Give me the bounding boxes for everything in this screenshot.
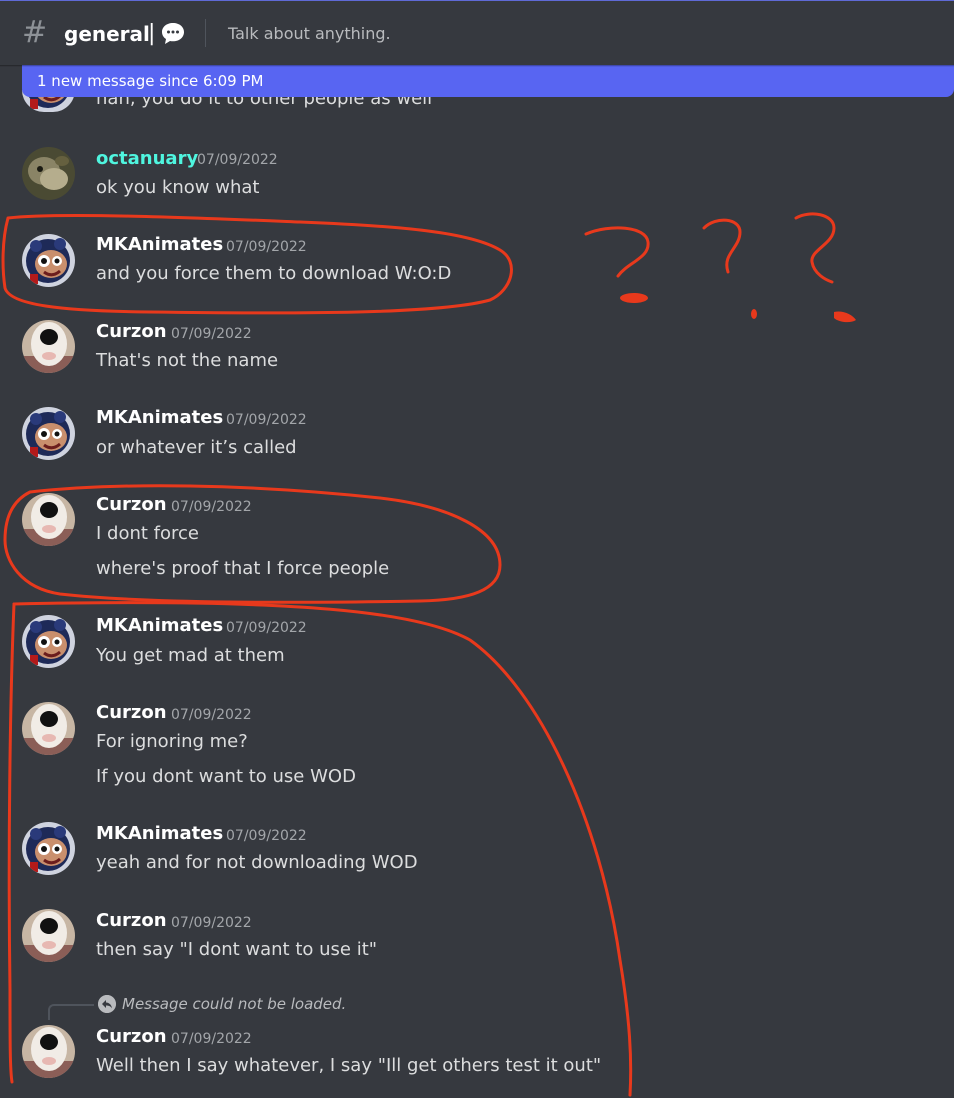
username[interactable]: MKAnimates [96,233,223,257]
username[interactable]: Curzon [96,1025,167,1049]
message-text: You get mad at them [96,645,285,666]
timestamp: 07/09/2022 [226,828,307,844]
message-text: If you dont want to use WOD [96,766,356,787]
question-mark-2 [702,218,742,274]
avatar[interactable] [22,615,75,668]
username[interactable]: Curzon [96,909,167,933]
username[interactable]: octanuary [96,147,198,171]
message-text: and you force them to download W:O:D [96,263,452,284]
message-text: yeah and for not downloading WOD [96,852,418,873]
reply-unavailable-text: Message could not be loaded. [122,995,347,1013]
timestamp: 07/09/2022 [226,239,307,255]
username[interactable]: MKAnimates [96,614,223,638]
channel-name[interactable]: general [64,21,150,47]
avatar[interactable] [22,1025,75,1078]
timestamp: 07/09/2022 [226,620,307,636]
reply-reference[interactable]: Message could not be loaded. [48,992,548,1020]
channel-topic: Talk about anything. [228,24,391,43]
avatar[interactable] [22,702,75,755]
timestamp: 07/09/2022 [171,499,252,515]
avatar[interactable] [22,407,75,460]
message-text: where's proof that I force people [96,558,390,579]
annotation-bracket [12,601,633,1097]
avatar[interactable] [22,320,75,373]
timestamp: 07/09/2022 [171,707,252,723]
username[interactable]: MKAnimates [96,406,223,430]
username[interactable]: MKAnimates [96,822,223,846]
timestamp: 07/09/2022 [197,152,278,168]
avatar[interactable] [22,147,75,200]
new-messages-banner[interactable]: 1 new message since 6:09 PM [22,65,954,97]
annotation-bracket-left [7,602,16,1084]
channel-name-separator: | [148,21,156,46]
message-text: then say "I dont want to use it" [96,939,378,960]
avatar[interactable] [22,493,75,546]
timestamp: 07/09/2022 [171,915,252,931]
message-text: ok you know what [96,177,260,198]
message-text: or whatever it’s called [96,437,297,458]
username[interactable]: Curzon [96,701,167,725]
username[interactable]: Curzon [96,320,167,344]
timestamp: 07/09/2022 [171,1031,252,1047]
channel-header: # general | Talk about anything. [0,1,954,65]
avatar[interactable] [22,822,75,875]
reply-arrow-icon [98,995,116,1013]
question-dot-1 [620,293,648,303]
header-divider [205,19,206,47]
hash-icon: # [22,15,48,50]
chat-bubble-icon[interactable] [160,20,186,46]
question-mark-1 [584,226,650,278]
message-text: For ignoring me? [96,731,248,752]
timestamp: 07/09/2022 [171,326,252,342]
annotation-circle [3,484,502,604]
avatar[interactable] [22,909,75,962]
question-dot-2 [751,309,757,319]
username[interactable]: Curzon [96,493,167,517]
avatar[interactable] [22,234,75,287]
question-mark-3 [794,212,836,284]
question-dot-3 [834,311,856,323]
reply-spine [48,1004,94,1020]
message-text: Well then I say whatever, I say "Ill get… [96,1055,602,1076]
timestamp: 07/09/2022 [226,412,307,428]
message-text: I dont force [96,523,199,544]
new-messages-label: 1 new message since 6:09 PM [37,72,264,90]
message-text: That's not the name [96,350,279,371]
